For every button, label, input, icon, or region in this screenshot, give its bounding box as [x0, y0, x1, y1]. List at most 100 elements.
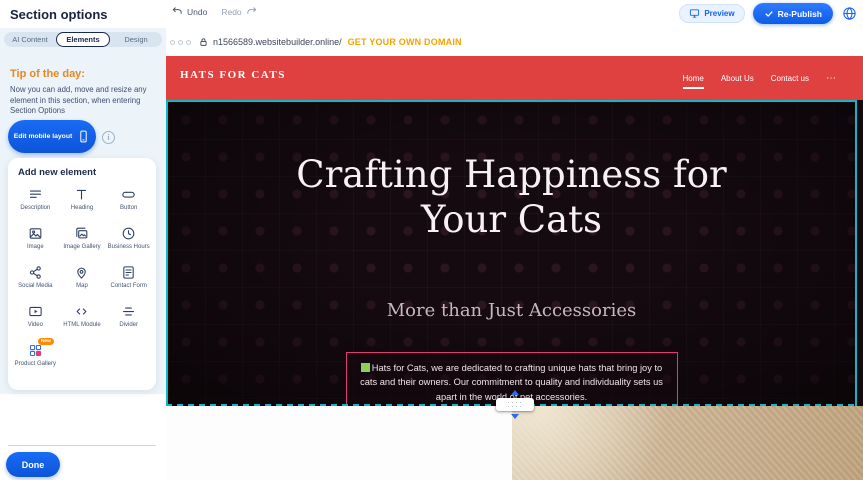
top-bar: Section options Undo Redo Preview: [0, 0, 863, 28]
hero-subheading[interactable]: More than Just Accessories: [312, 300, 712, 321]
element-social-media[interactable]: Social Media: [12, 262, 59, 300]
tab-design[interactable]: Design: [110, 32, 162, 47]
add-new-element-panel: Add new element Description Heading: [8, 158, 156, 390]
hero-description-text: Hats for Cats, we are dedicated to craft…: [360, 363, 663, 402]
element-heading[interactable]: Heading: [59, 184, 106, 222]
divider-icon: [121, 303, 136, 320]
undo-button[interactable]: Undo: [172, 6, 207, 17]
preview-label: Preview: [704, 9, 734, 18]
text-anchor-handle[interactable]: [361, 363, 370, 372]
undo-label: Undo: [187, 7, 207, 17]
republish-button[interactable]: Re-Publish: [753, 3, 833, 24]
element-label: Button: [120, 205, 137, 212]
undo-icon: [172, 6, 183, 17]
website-builder-app: Section options Undo Redo Preview: [0, 0, 863, 480]
resize-arrow-down-icon: [511, 414, 519, 419]
element-contact-form[interactable]: Contact Form: [105, 262, 152, 300]
heading-icon: [74, 186, 89, 203]
sidebar-divider: [8, 445, 156, 446]
element-product-gallery[interactable]: New Product Gallery: [12, 340, 59, 378]
element-business-hours[interactable]: Business Hours: [105, 223, 152, 261]
resize-arrow-up-icon: [511, 390, 519, 395]
button-icon: [121, 186, 136, 203]
element-label: Contact Form: [110, 283, 146, 290]
element-video[interactable]: Video: [12, 301, 59, 339]
history-controls: Undo Redo: [172, 6, 257, 17]
element-label: Description: [20, 205, 50, 212]
site-logo[interactable]: Hats for Cats: [180, 69, 286, 81]
new-badge: New: [38, 338, 54, 345]
element-image-gallery[interactable]: Image Gallery: [59, 223, 106, 261]
section-options-sidebar: AI Content Elements Design Tip of the da…: [0, 28, 166, 480]
element-label: Image Gallery: [63, 244, 100, 251]
preview-button[interactable]: Preview: [679, 4, 744, 23]
add-new-element-title: Add new element: [18, 167, 96, 178]
element-image[interactable]: Image: [12, 223, 59, 261]
next-section-photo[interactable]: [512, 406, 863, 480]
element-grid: Description Heading Button: [12, 184, 152, 378]
hero-section-selected[interactable]: Crafting Happiness for Your Cats More th…: [166, 100, 857, 406]
element-divider[interactable]: Divider: [105, 301, 152, 339]
image-gallery-icon: [74, 225, 89, 242]
window-dots: [170, 40, 191, 45]
element-label: Social Media: [18, 283, 52, 290]
hero-heading[interactable]: Crafting Happiness for Your Cats: [287, 152, 737, 242]
image-icon: [28, 225, 43, 242]
monitor-icon: [689, 8, 700, 19]
element-label: Heading: [71, 205, 93, 212]
description-icon: [28, 186, 43, 203]
nav-more-button[interactable]: ⋯: [826, 73, 837, 84]
element-map[interactable]: Map: [59, 262, 106, 300]
element-html-module[interactable]: HTML Module: [59, 301, 106, 339]
browser-url-bar: n1566589.websitebuilder.online/ GET YOUR…: [166, 28, 863, 56]
tip-of-the-day-body: Now you can add, move and resize any ele…: [10, 85, 158, 117]
site-url: n1566589.websitebuilder.online/: [213, 37, 342, 47]
tip-of-the-day-title: Tip of the day:: [10, 68, 85, 80]
window-dot-icon: [186, 40, 191, 45]
element-label: Image: [27, 244, 44, 251]
redo-button[interactable]: Redo: [221, 6, 256, 17]
site-canvas: Hats for Cats Home About Us Contact us ⋯…: [166, 56, 863, 480]
business-hours-icon: [121, 225, 136, 242]
element-button[interactable]: Button: [105, 184, 152, 222]
phone-icon: [77, 130, 90, 143]
sidebar-tabs: AI Content Elements Design: [4, 32, 162, 47]
drag-dots-icon: [508, 402, 522, 408]
edit-mobile-label: Edit mobile layout: [14, 133, 73, 140]
language-globe-button[interactable]: [841, 6, 857, 22]
element-label: Divider: [119, 322, 138, 329]
check-icon: [764, 9, 774, 19]
element-label: Video: [28, 322, 43, 329]
done-button[interactable]: Done: [6, 452, 60, 477]
preview-area: n1566589.websitebuilder.online/ GET YOUR…: [166, 28, 863, 480]
section-resize-handle[interactable]: [496, 398, 534, 411]
edit-mobile-layout-button[interactable]: Edit mobile layout: [8, 120, 96, 153]
nav-contact-us[interactable]: Contact us: [771, 70, 809, 87]
site-nav: Home About Us Contact us ⋯: [683, 56, 838, 100]
nav-home[interactable]: Home: [683, 70, 704, 87]
video-icon: [28, 303, 43, 320]
globe-icon: [842, 6, 857, 21]
window-dot-icon: [178, 40, 183, 45]
tab-elements[interactable]: Elements: [56, 32, 110, 47]
element-label: Map: [76, 283, 88, 290]
site-header[interactable]: Hats for Cats Home About Us Contact us ⋯: [166, 56, 863, 100]
element-description[interactable]: Description: [12, 184, 59, 222]
get-your-own-domain-link[interactable]: GET YOUR OWN DOMAIN: [348, 37, 462, 47]
social-media-icon: [28, 264, 43, 281]
info-icon[interactable]: i: [102, 131, 115, 144]
page-title: Section options: [10, 7, 108, 22]
hero-overflow-strip: [857, 100, 863, 406]
element-label: Product Gallery: [15, 361, 56, 368]
top-bar-actions: Preview Re-Publish: [679, 3, 857, 24]
redo-icon: [246, 6, 257, 17]
tab-ai-content[interactable]: AI Content: [4, 32, 56, 47]
element-label: Business Hours: [108, 244, 150, 251]
window-dot-icon: [170, 40, 175, 45]
contact-form-icon: [121, 264, 136, 281]
product-gallery-icon: New: [28, 342, 43, 359]
republish-label: Re-Publish: [778, 9, 822, 19]
html-module-icon: [74, 303, 89, 320]
map-pin-icon: [74, 264, 89, 281]
nav-about-us[interactable]: About Us: [721, 70, 754, 87]
